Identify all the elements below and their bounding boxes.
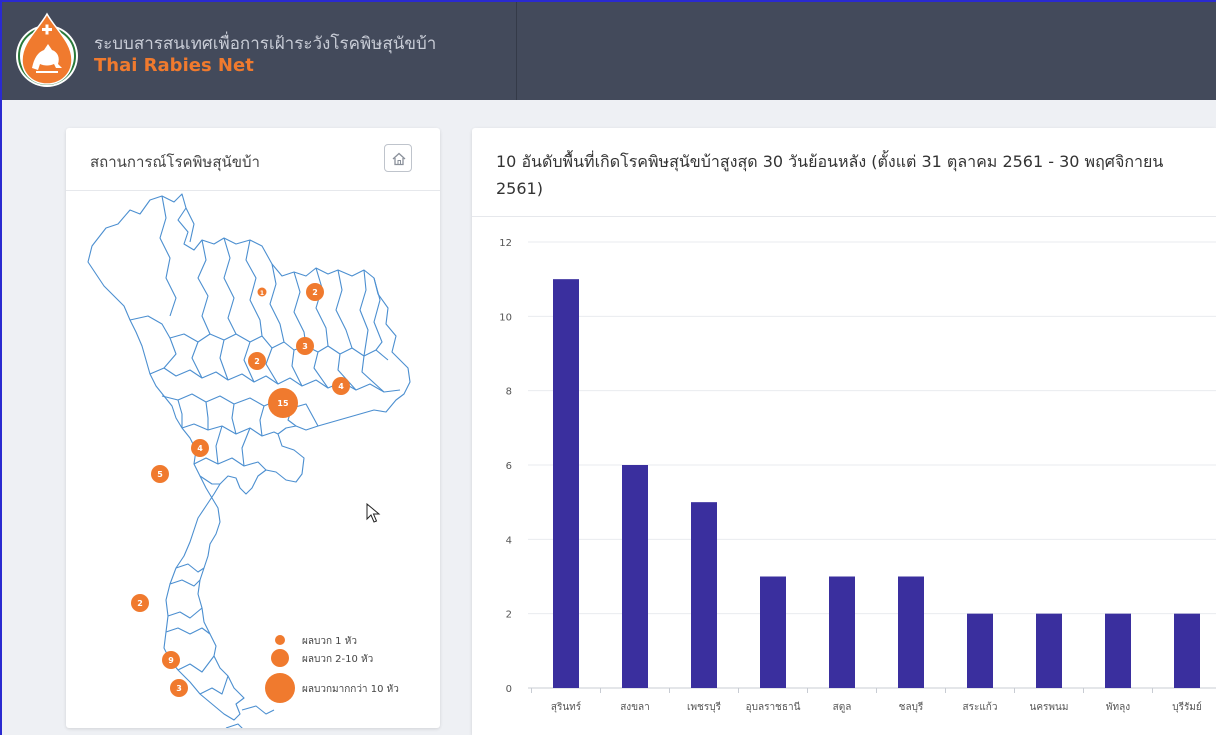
y-tick-label: 6 bbox=[506, 461, 512, 472]
rabies-situation-map-panel: สถานการณ์โรคพิษสุนัขบ้า 1 2 3 2 4 15 4 5… bbox=[66, 128, 440, 728]
map-marker[interactable]: 1 bbox=[257, 287, 267, 298]
map-panel-title: สถานการณ์โรคพิษสุนัขบ้า bbox=[90, 153, 260, 171]
thailand-province-map[interactable]: 1 2 3 2 4 15 4 5 2 9 3 ผลบวก 1 หัว ผลบวก… bbox=[66, 192, 440, 728]
bar[interactable] bbox=[691, 502, 717, 688]
chart-panel-divider bbox=[472, 216, 1216, 217]
map-marker[interactable]: 4 bbox=[332, 377, 350, 395]
legend-marker-small bbox=[275, 635, 285, 645]
y-tick-label: 2 bbox=[506, 610, 512, 621]
app-title-thai: ระบบสารสนเทศเพื่อการเฝ้าระวังโรคพิษสุนัข… bbox=[94, 34, 437, 54]
svg-text:5: 5 bbox=[157, 470, 163, 479]
svg-text:3: 3 bbox=[302, 342, 308, 351]
y-tick-label: 8 bbox=[506, 387, 512, 398]
top10-areas-chart-panel: 10 อันดับพื้นที่เกิดโรคพิษสุนัขบ้าสูงสุด… bbox=[472, 128, 1216, 735]
brand[interactable]: ระบบสารสนเทศเพื่อการเฝ้าระวังโรคพิษสุนัข… bbox=[0, 0, 517, 100]
x-tick-label: บุรีรัมย์ bbox=[1172, 701, 1202, 713]
legend-label: ผลบวก 2-10 หัว bbox=[302, 654, 373, 665]
bar[interactable] bbox=[1036, 613, 1062, 688]
province-boundaries bbox=[87, 193, 411, 728]
svg-text:4: 4 bbox=[338, 382, 344, 391]
svg-text:2: 2 bbox=[254, 357, 260, 366]
bar[interactable] bbox=[1174, 613, 1200, 688]
map-marker[interactable]: 2 bbox=[248, 352, 266, 370]
bar[interactable] bbox=[760, 576, 786, 689]
map-marker[interactable]: 2 bbox=[306, 283, 324, 301]
map-marker[interactable]: 3 bbox=[296, 337, 314, 355]
map-marker[interactable]: 3 bbox=[170, 679, 188, 697]
map-marker[interactable]: 4 bbox=[191, 439, 209, 457]
bar[interactable] bbox=[829, 576, 855, 689]
svg-text:9: 9 bbox=[168, 656, 174, 665]
svg-text:1: 1 bbox=[260, 290, 264, 297]
bar[interactable] bbox=[622, 465, 648, 688]
bar[interactable] bbox=[553, 279, 579, 688]
app-title-english: Thai Rabies Net bbox=[94, 55, 254, 76]
y-tick-label: 0 bbox=[506, 684, 512, 695]
x-tick-label: สตูล bbox=[833, 702, 852, 713]
x-tick-label: นครพนม bbox=[1030, 702, 1069, 713]
x-tick-label: เพชรบุรี bbox=[687, 701, 722, 713]
y-tick-label: 10 bbox=[499, 312, 512, 323]
map-marker[interactable]: 9 bbox=[162, 651, 180, 669]
svg-text:2: 2 bbox=[312, 288, 318, 297]
case-markers: 1 2 3 2 4 15 4 5 2 9 3 bbox=[131, 283, 350, 697]
mouse-cursor-icon bbox=[366, 503, 381, 523]
svg-text:4: 4 bbox=[197, 444, 203, 453]
x-tick-label: สุรินทร์ bbox=[551, 701, 582, 713]
home-icon bbox=[392, 152, 406, 166]
svg-text:15: 15 bbox=[277, 399, 289, 408]
bar[interactable] bbox=[967, 613, 993, 688]
map-panel-divider bbox=[66, 190, 440, 191]
chart-panel-title: 10 อันดับพื้นที่เกิดโรคพิษสุนัขบ้าสูงสุด… bbox=[496, 152, 1164, 198]
legend-marker-large bbox=[265, 673, 295, 703]
top10-bar-chart: 0 2 4 6 8 10 12 สุรินทร์ สงขลา เพชรบุรี อุบลราชธาน… bbox=[499, 238, 1216, 713]
legend-label: ผลบวกมากกว่า 10 หัว bbox=[302, 684, 399, 695]
y-tick-label: 12 bbox=[499, 238, 512, 249]
bar[interactable] bbox=[898, 576, 924, 689]
map-marker[interactable]: 2 bbox=[131, 594, 149, 612]
x-tick-label: พัทลุง bbox=[1106, 702, 1130, 713]
x-tick-label: ชลบุรี bbox=[899, 701, 924, 713]
bar[interactable] bbox=[1105, 613, 1131, 688]
map-marker[interactable]: 5 bbox=[151, 465, 169, 483]
x-tick-label: สงขลา bbox=[620, 702, 650, 713]
legend-label: ผลบวก 1 หัว bbox=[302, 636, 357, 647]
y-tick-label: 4 bbox=[506, 535, 512, 546]
x-tick-label: อุบลราชธานี bbox=[746, 701, 801, 713]
map-home-button[interactable] bbox=[384, 144, 412, 172]
rabies-net-logo-icon bbox=[16, 12, 78, 87]
top-bar: ระบบสารสนเทศเพื่อการเฝ้าระวังโรคพิษสุนัข… bbox=[0, 0, 1216, 100]
legend-marker-medium bbox=[271, 649, 289, 667]
x-tick-label: สระแก้ว bbox=[963, 701, 998, 713]
svg-text:2: 2 bbox=[137, 599, 143, 608]
map-marker[interactable]: 15 bbox=[268, 388, 298, 418]
map-legend: ผลบวก 1 หัว ผลบวก 2-10 หัว ผลบวกมากกว่า … bbox=[265, 635, 399, 703]
svg-text:3: 3 bbox=[176, 684, 182, 693]
